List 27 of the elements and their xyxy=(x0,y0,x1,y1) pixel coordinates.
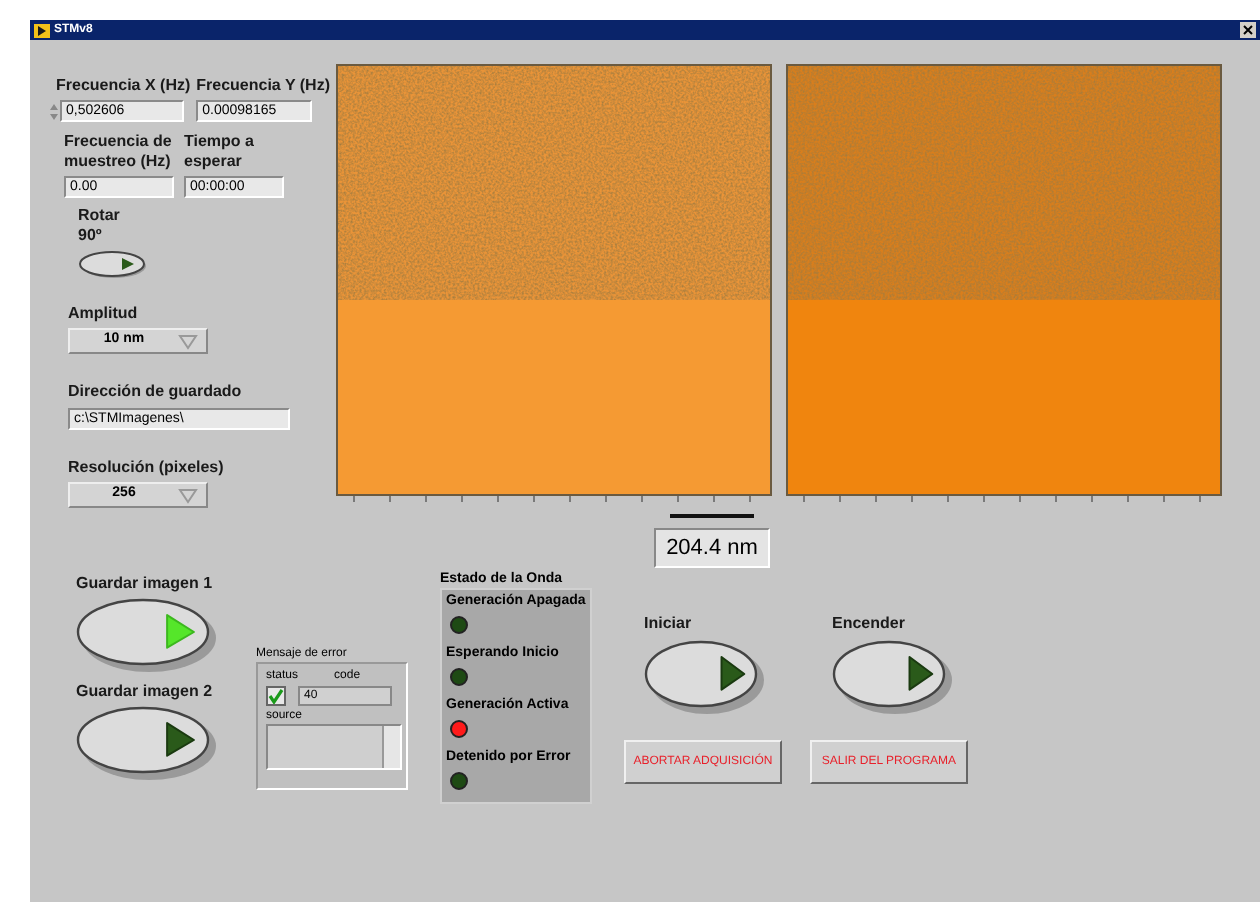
scrollbar[interactable] xyxy=(382,726,400,768)
toggle-button[interactable] xyxy=(644,638,766,716)
rotate-toggle[interactable] xyxy=(78,250,150,280)
close-icon[interactable] xyxy=(1240,22,1256,38)
control-label: Guardar imagen 2 xyxy=(76,682,215,702)
control-label: Frecuencia X (Hz) xyxy=(56,76,191,96)
checkmark-icon xyxy=(268,688,284,704)
control-label: Rotar 90º xyxy=(78,206,122,246)
scale-bar xyxy=(670,514,754,518)
control-label: Frecuencia de muestreo (Hz) xyxy=(64,132,174,172)
app-icon xyxy=(34,23,50,37)
control-label: Guardar imagen 1 xyxy=(76,574,215,594)
caret-icon xyxy=(178,487,198,503)
control-label: Resolución (pixeles) xyxy=(68,458,226,478)
control-label: Amplitud xyxy=(68,304,140,324)
toggle-button[interactable] xyxy=(832,638,954,716)
status-checkbox[interactable] xyxy=(266,686,286,706)
control-label: Tiempo a esperar xyxy=(184,132,256,172)
toggle-button[interactable] xyxy=(76,596,218,674)
scale-label: 204.4 nm xyxy=(654,528,770,568)
control-label: Iniciar xyxy=(644,614,694,634)
source-field[interactable] xyxy=(266,724,402,770)
control-label: Dirección de guardado xyxy=(68,382,244,402)
caret-icon xyxy=(178,333,198,349)
control-label: Encender xyxy=(832,614,907,634)
control-label: Frecuencia Y (Hz) xyxy=(196,76,330,96)
toggle-button[interactable] xyxy=(76,704,218,782)
